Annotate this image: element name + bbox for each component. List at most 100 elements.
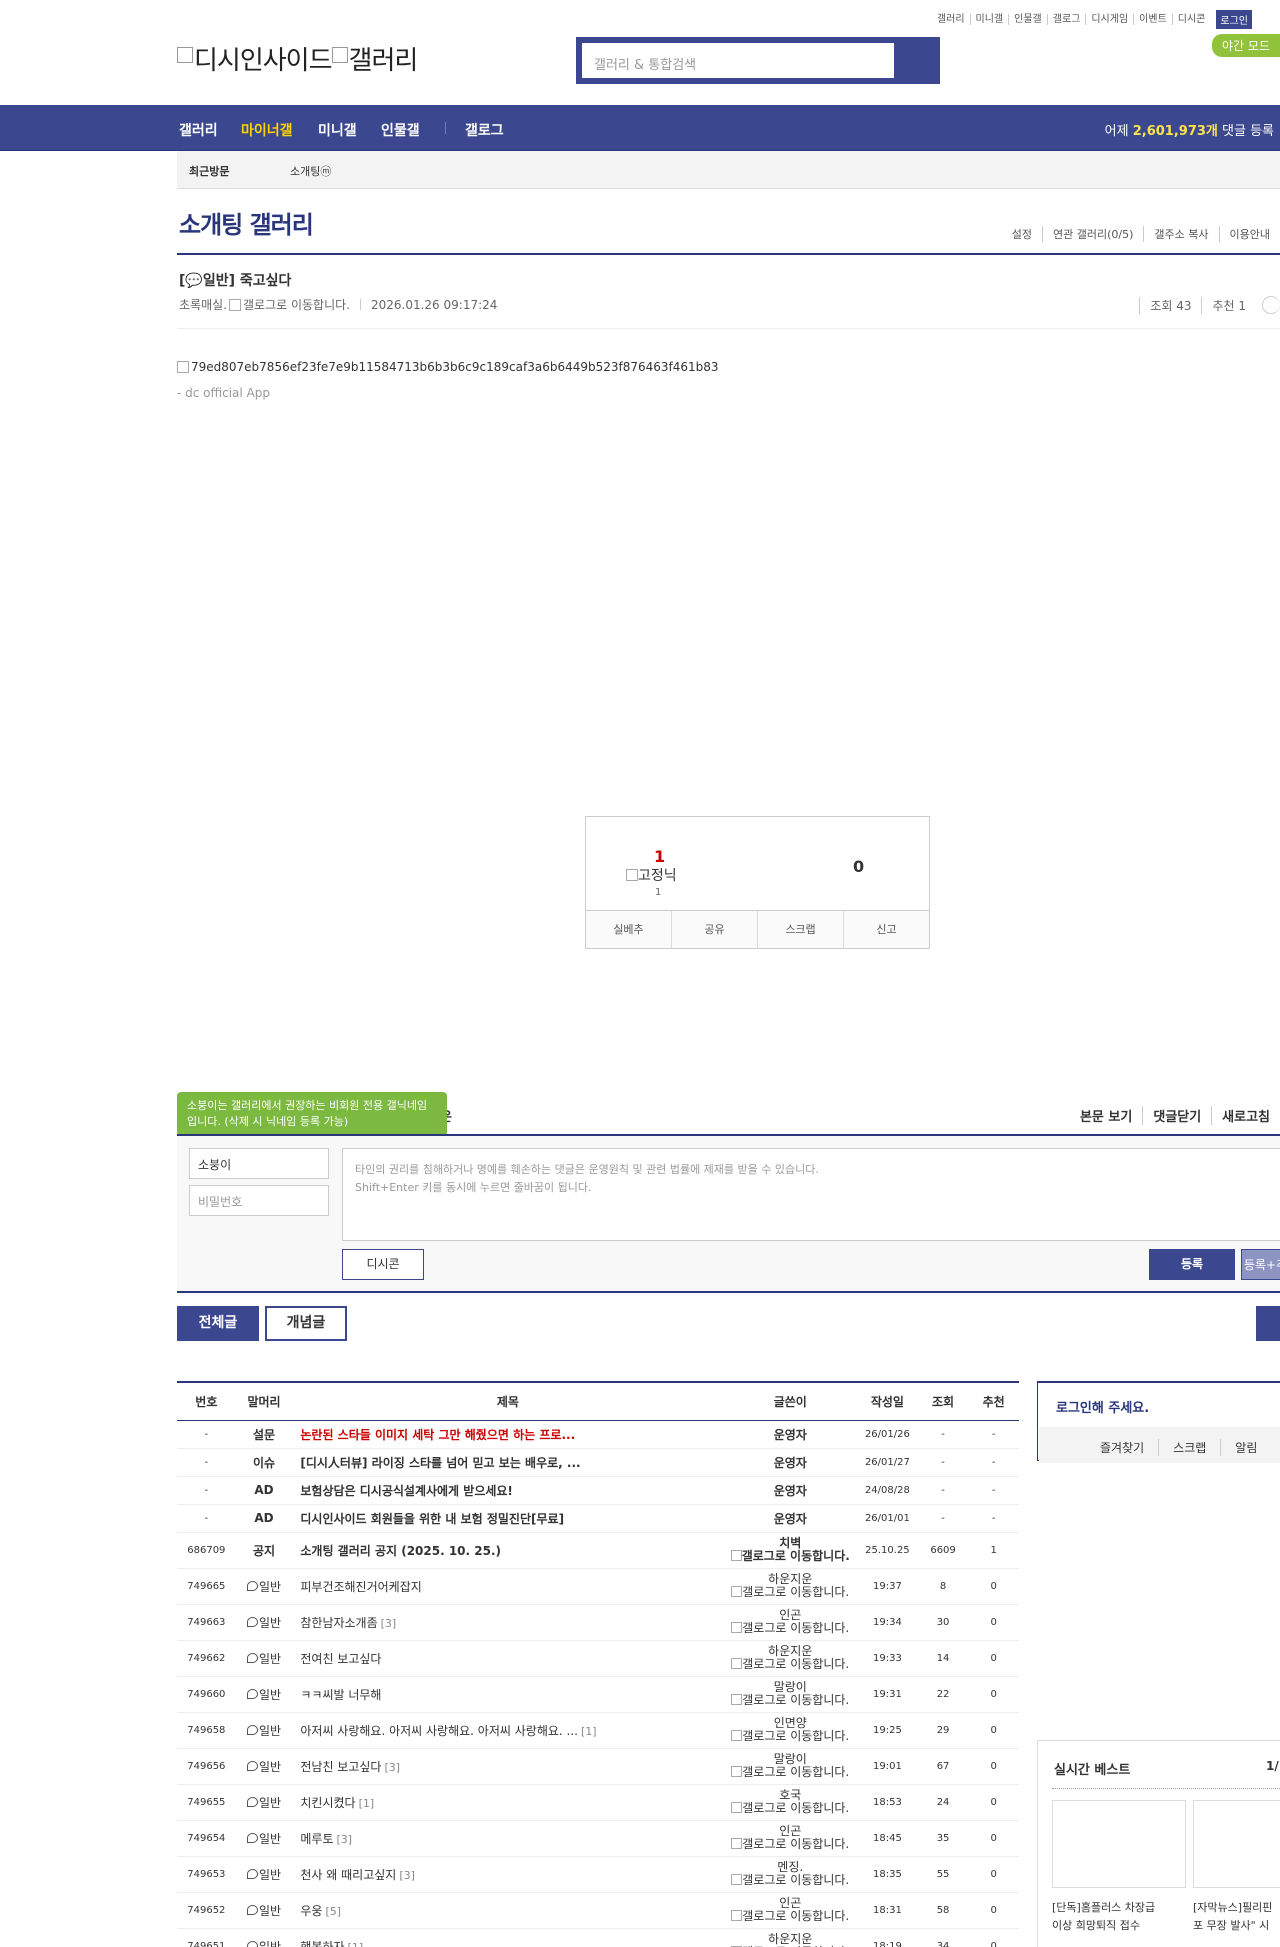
usage-guide-link[interactable]: 이용안내 — [1218, 226, 1280, 242]
row-writer[interactable]: 말랑이 갤로그로 이동합니다. — [723, 1748, 858, 1785]
row-writer[interactable]: 인곤 갤로그로 이동합니다. — [723, 1604, 858, 1641]
report-button[interactable]: 신고 — [843, 911, 929, 948]
row-title[interactable]: 천사 왜 때리고싶지 [3] — [292, 1856, 724, 1893]
table-row[interactable]: 749665 일반 피부건조해진거어케잡지 하운지운 갤로그로 이동합니다. 19:37 8… — [177, 1568, 1019, 1605]
table-row[interactable]: 749663 일반 참한남자소개좀 [3] 인곤 갤로그로 이동합니다. 19:34 30 0 — [177, 1604, 1019, 1641]
close-comments-link[interactable]: 댓글닫기 — [1142, 1106, 1211, 1125]
table-row[interactable]: 749660 일반 ㅋㅋ씨발 너무해 말랑이 갤로그로 이동합니다. 19:31 22 0 — [177, 1676, 1019, 1713]
search-input[interactable]: 갤러리 & 통합검색 — [580, 41, 896, 80]
real-best-recommend-button[interactable]: 실베추 — [586, 911, 671, 948]
row-title[interactable]: 우웅 [5] — [292, 1892, 724, 1929]
row-title-text[interactable]: 행복하자 — [300, 1940, 344, 1947]
night-mode-button[interactable]: 야간 모드 — [1212, 34, 1280, 57]
row-title[interactable]: 디시인사이드 회원들을 위한 내 보험 정밀진단[무료] — [292, 1504, 724, 1533]
password-field[interactable]: 비밀번호 — [189, 1185, 329, 1216]
row-title[interactable]: 소개팅 갤러리 공지 (2025. 10. 25.) — [292, 1532, 724, 1569]
writer-gallog[interactable]: 갤로그로 이동합니다. — [723, 1730, 857, 1743]
reply-count[interactable]: [3] — [336, 1833, 352, 1846]
best-caption[interactable]: [단독]홈플러스 차장급 이상 희망퇴직 접수 — [1052, 1899, 1186, 1935]
row-title-text[interactable]: 치킨시켰다 — [300, 1796, 355, 1810]
tab-concept-posts[interactable]: 개념글 — [265, 1306, 347, 1341]
comment-count-circle[interactable] — [1262, 296, 1280, 314]
writer-gallog[interactable]: 갤로그로 이동합니다. — [723, 1802, 857, 1815]
row-writer[interactable]: 인곤 갤로그로 이동합니다. — [723, 1892, 858, 1929]
row-title[interactable]: 논란된 스타들 이미지 세탁 그만 해줬으면 하는 프로... — [292, 1420, 724, 1449]
table-row[interactable]: 749653 일반 천사 왜 때리고싶지 [3] 멘징. 갤로그로 이동합니다. 18:35… — [177, 1856, 1019, 1893]
row-writer[interactable]: 멘징. 갤로그로 이동합니다. — [723, 1856, 858, 1893]
scrap-button[interactable]: 스크랩 — [757, 911, 843, 948]
row-title-text[interactable]: 전여친 보고싶다 — [300, 1652, 381, 1666]
row-writer[interactable]: 호국 갤로그로 이동합니다. — [723, 1784, 858, 1821]
nav-gallog[interactable]: 갤로그 — [465, 120, 504, 140]
row-title[interactable]: 전남친 보고싶다 [3] — [292, 1748, 724, 1785]
copy-address-link[interactable]: 갤주소 복사 — [1143, 226, 1218, 242]
row-title[interactable]: [디시人터뷰] 라이징 스타를 넘어 믿고 보는 배우로, ... — [292, 1448, 724, 1477]
row-title[interactable]: 아저씨 사랑해요. 아저씨 사랑해요. 아저씨 사랑해요. ... [1] — [292, 1712, 724, 1749]
login-prompt[interactable]: 로그인해 주세요. — [1056, 1397, 1149, 1416]
view-post-link[interactable]: 본문 보기 — [1070, 1106, 1142, 1125]
writer-gallog[interactable]: 갤로그로 이동합니다. — [723, 1838, 857, 1851]
site-logo[interactable]: 디시인사이드 갤러리 — [177, 40, 418, 77]
reply-count[interactable]: [3] — [399, 1869, 415, 1882]
row-writer[interactable]: 하운지운갤로그로 이동합니다. — [723, 1928, 858, 1947]
row-title-text[interactable]: 아저씨 사랑해요. 아저씨 사랑해요. 아저씨 사랑해요. ... — [300, 1724, 578, 1738]
notice-row[interactable]: - 설문 논란된 스타들 이미지 세탁 그만 해줬으면 하는 프로... 운영자 26/… — [177, 1420, 1019, 1449]
table-row[interactable]: 749656 일반 전남친 보고싶다 [3] 말랑이 갤로그로 이동합니다. 19:01 67… — [177, 1748, 1019, 1785]
reply-count[interactable]: [3] — [384, 1761, 400, 1774]
row-writer[interactable]: 말랑이 갤로그로 이동합니다. — [723, 1676, 858, 1713]
favorites-link[interactable]: 즐겨찾기 — [1086, 1439, 1158, 1456]
row-writer[interactable]: 인면양 갤로그로 이동합니다. — [723, 1712, 858, 1749]
nav-person-gallery[interactable]: 인물갤 — [381, 120, 420, 140]
nickname-field[interactable]: 소붕이 — [189, 1148, 329, 1179]
reply-count[interactable]: [5] — [325, 1905, 341, 1918]
write-button[interactable] — [1256, 1306, 1280, 1341]
top-link-dccon[interactable]: 디시콘 — [1171, 14, 1211, 25]
writer-gallog[interactable]: 갤로그로 이동합니다. — [723, 1658, 857, 1671]
row-title[interactable]: 참한남자소개좀 [3] — [292, 1604, 724, 1641]
reply-count[interactable]: [1] — [348, 1941, 364, 1947]
row-writer[interactable]: 치벽 갤로그로 이동합니다. — [723, 1532, 858, 1569]
register-recommend-button[interactable]: 등록+추천 — [1241, 1249, 1280, 1280]
row-title-text[interactable]: 참한남자소개좀 — [300, 1616, 377, 1630]
row-title[interactable]: 피부건조해진거어케잡지 — [292, 1568, 724, 1605]
top-link-dcgame[interactable]: 디시게임 — [1085, 14, 1133, 25]
post-author-gallog[interactable]: 갤로그로 이동합니다. — [243, 296, 350, 313]
recent-visit-gallery[interactable]: 소개팅ⓜ — [290, 163, 331, 179]
nav-mini-gallery[interactable]: 미니갤 — [318, 120, 357, 140]
row-title-text[interactable]: 우웅 — [300, 1904, 322, 1918]
post-author[interactable]: 초록매실. — [179, 296, 227, 313]
row-writer[interactable]: 하운지운갤로그로 이동합니다. — [723, 1568, 858, 1605]
table-row[interactable]: 749662 일반 전여친 보고싶다 하운지운 갤로그로 이동합니다. 19:33 14 0 — [177, 1640, 1019, 1677]
register-button[interactable]: 등록 — [1149, 1249, 1235, 1280]
writer-gallog[interactable]: 갤로그로 이동합니다. — [723, 1586, 857, 1599]
row-title-text[interactable]: 메루토 — [300, 1832, 333, 1846]
nav-minor-gallery[interactable]: 마이너갤 — [241, 120, 293, 140]
reply-count[interactable]: [1] — [581, 1725, 597, 1738]
notice-row[interactable]: - AD 보험상담은 디시공식설계사에게 받으세요! 운영자 24/08/28- - — [177, 1476, 1019, 1505]
row-title-text[interactable]: 전남친 보고싶다 — [300, 1760, 381, 1774]
row-writer[interactable]: 하운지운갤로그로 이동합니다. — [723, 1640, 858, 1677]
related-gallery-link[interactable]: 연관 갤러리(0/5) — [1042, 226, 1143, 242]
top-link-mini[interactable]: 미니갤 — [969, 14, 1009, 25]
gallery-notice-row[interactable]: 686709 공지 소개팅 갤러리 공지 (2025. 10. 25.) 치벽 갤… — [177, 1532, 1019, 1569]
writer-gallog[interactable]: 갤로그로 이동합니다. — [723, 1910, 857, 1923]
row-title[interactable]: 보험상담은 디시공식설계사에게 받으세요! — [292, 1476, 724, 1505]
writer-gallog[interactable]: 갤로그로 이동합니다. — [723, 1874, 857, 1887]
writer-gallog[interactable]: 갤로그로 이동합니다. — [723, 1694, 857, 1707]
row-title[interactable]: 메루토 [3] — [292, 1820, 724, 1857]
notice-row[interactable]: - 이슈 [디시人터뷰] 라이징 스타를 넘어 믿고 보는 배우로, ... 운영자 2… — [177, 1448, 1019, 1477]
top-link-person[interactable]: 인물갤 — [1008, 14, 1047, 25]
writer-gallog[interactable]: 갤로그로 이동합니다. — [723, 1622, 857, 1635]
row-title[interactable]: 치킨시켰다 [1] — [292, 1784, 724, 1821]
writer-gallog[interactable]: 갤로그로 이동합니다. — [723, 1550, 857, 1563]
best-caption[interactable]: [자막뉴스]필리핀 포 무장 발사" 시 — [1193, 1899, 1280, 1935]
top-link-gallog[interactable]: 갤로그 — [1046, 14, 1086, 25]
top-link-gallery[interactable]: 갤러리 — [932, 14, 970, 25]
login-button[interactable]: 로그인 — [1216, 10, 1252, 29]
row-title-text[interactable]: 피부건조해진거어케잡지 — [300, 1580, 421, 1594]
writer-gallog[interactable]: 갤로그로 이동합니다. — [723, 1766, 857, 1779]
top-link-event[interactable]: 이벤트 — [1133, 14, 1172, 25]
refresh-link[interactable]: 새로고침 — [1211, 1106, 1280, 1125]
row-title-text[interactable]: ㅋㅋ씨발 너무해 — [300, 1688, 381, 1702]
row-title-text[interactable]: 천사 왜 때리고싶지 — [300, 1868, 396, 1882]
